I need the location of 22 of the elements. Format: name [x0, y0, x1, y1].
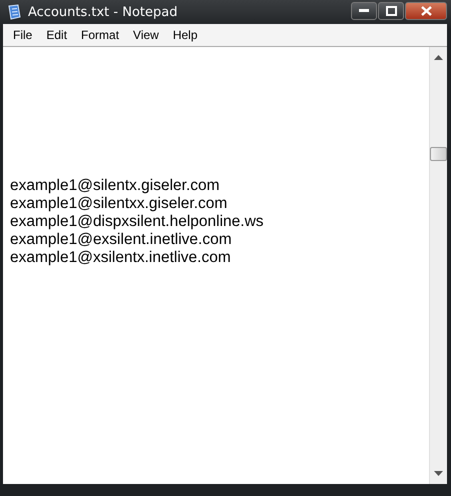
window-title: Accounts.txt - Notepad: [28, 4, 178, 20]
close-button[interactable]: [405, 2, 447, 20]
menu-item[interactable]: View: [127, 28, 167, 42]
text-line: example1@silentxx.giseler.com: [10, 195, 228, 213]
text-line: example1@silentx.giseler.com: [10, 177, 221, 195]
menu-item[interactable]: File: [7, 28, 40, 42]
notepad-icon: [6, 4, 22, 20]
menu-item[interactable]: Help: [166, 28, 206, 42]
vertical-scrollbar[interactable]: [429, 47, 447, 484]
menu-item[interactable]: Format: [75, 28, 128, 42]
menu-item[interactable]: Edit: [40, 28, 76, 42]
scroll-down-icon[interactable]: [434, 471, 443, 476]
text-line: example1@exsilent.inetlive.com: [10, 231, 233, 249]
maximize-button[interactable]: [378, 2, 404, 20]
minimize-icon: [359, 9, 369, 13]
scroll-up-icon[interactable]: [434, 55, 443, 60]
text-line: example1@xsilentx.inetlive.com: [10, 249, 232, 267]
close-icon: [420, 6, 432, 16]
maximize-icon: [386, 6, 396, 16]
scroll-thumb[interactable]: [430, 147, 447, 161]
text-line: example1@dispxsilent.helponline.ws: [10, 213, 265, 231]
minimize-button[interactable]: [351, 2, 377, 20]
